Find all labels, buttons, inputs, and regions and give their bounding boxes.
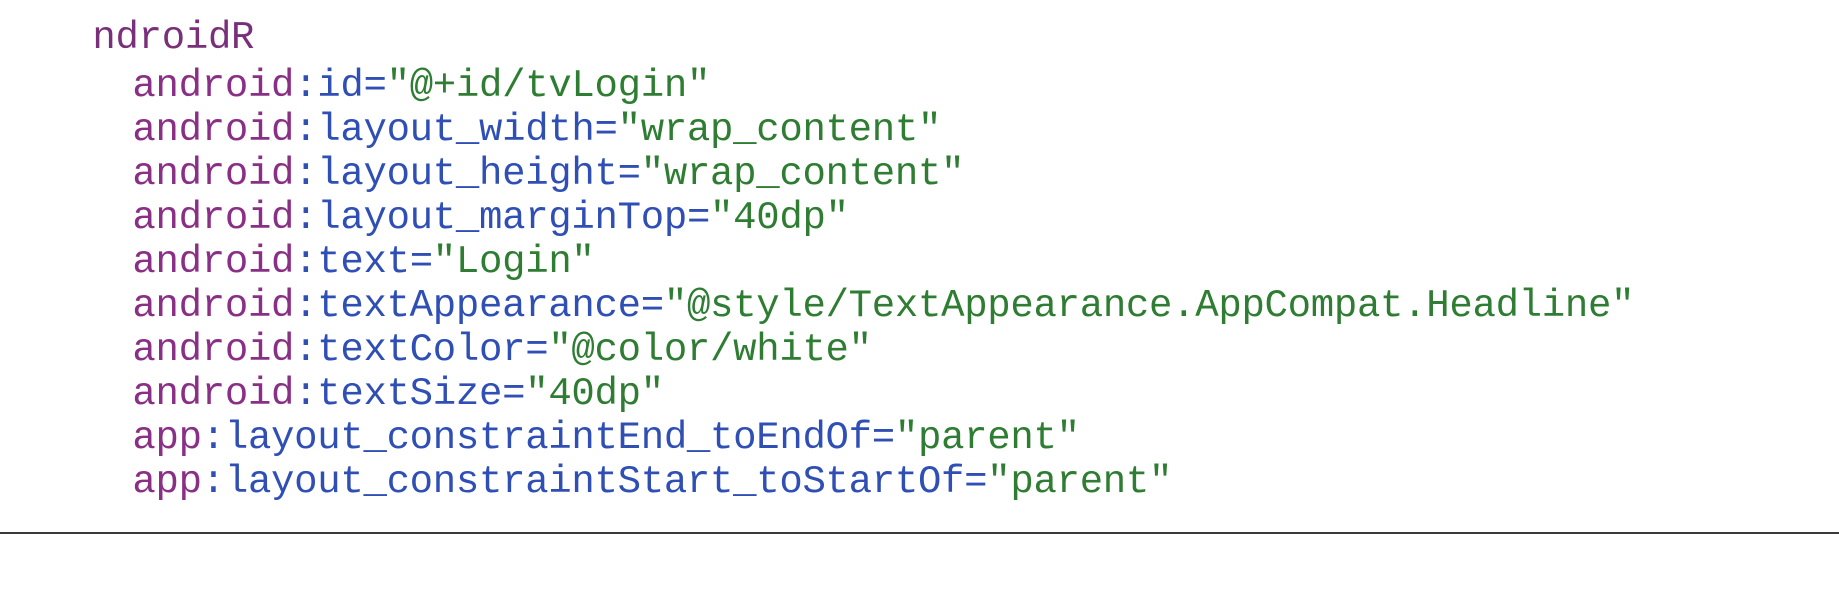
attribute-name: layout_constraintStart_toStartOf bbox=[224, 460, 965, 504]
code-line-constraint-start[interactable]: app:layout_constraintStart_toStartOf="pa… bbox=[40, 410, 1172, 504]
code-editor-view: ndroidR android:id="@+id/tvLogin" androi… bbox=[0, 0, 1839, 590]
attribute-namespace: app bbox=[132, 460, 202, 504]
attribute-value: "parent" bbox=[987, 460, 1173, 504]
namespace-separator: : bbox=[201, 460, 225, 504]
blank-area bbox=[0, 534, 1839, 590]
equals-sign: = bbox=[964, 460, 988, 504]
